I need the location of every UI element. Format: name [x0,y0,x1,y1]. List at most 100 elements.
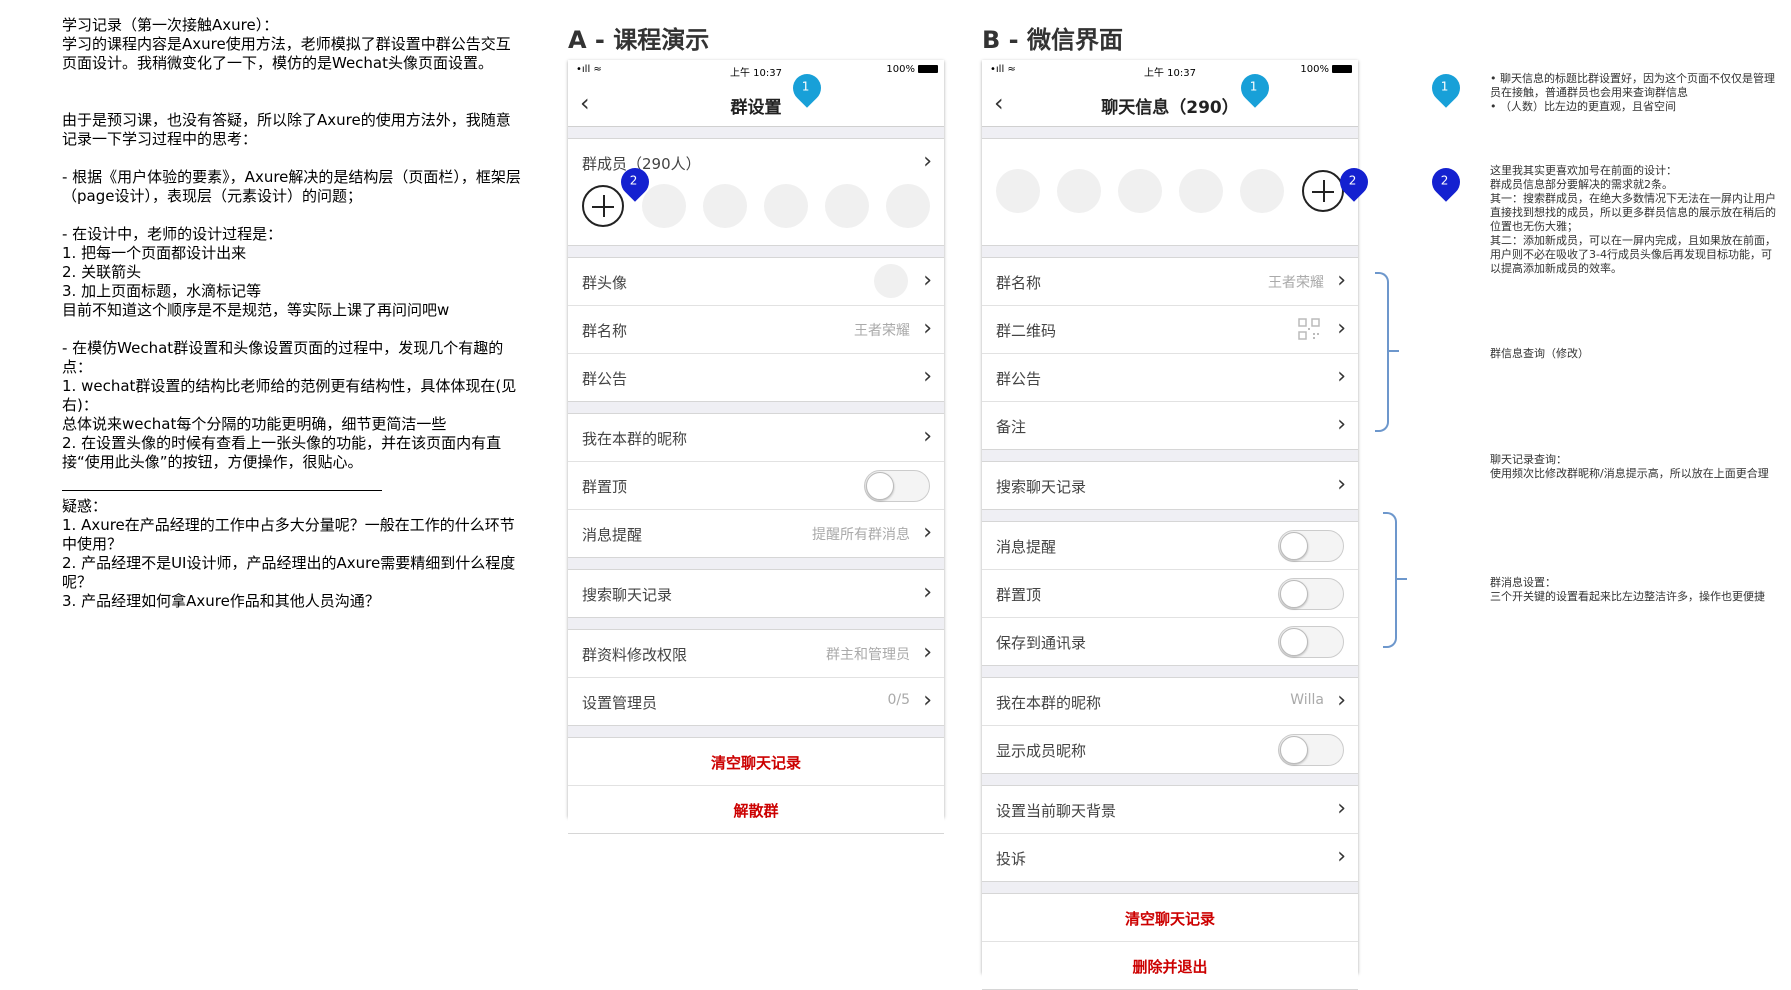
annotation-line: 群信息查询（修改） [1490,347,1589,360]
member-avatar[interactable] [764,184,808,228]
row-search-history[interactable]: 搜索聊天记录 › [568,570,944,617]
member-avatar[interactable] [1240,169,1284,213]
row-mute: 消息提醒 [982,522,1358,569]
question-line: 疑惑： [62,497,108,515]
row-report[interactable]: 投诉 › [982,833,1358,881]
chevron-right-icon: › [1337,844,1346,869]
row-label: 消息提醒 [996,538,1057,556]
row-label: 群名称 [996,274,1042,292]
member-avatar[interactable] [886,184,930,228]
row-label: 我在本群的昵称 [996,694,1102,712]
member-avatar[interactable] [642,184,686,228]
row-pin-chat: 群置顶 [568,461,944,509]
row-group-name[interactable]: 群名称 王者荣耀 › [982,258,1358,305]
search-section: 搜索聊天记录 › [982,461,1358,510]
bracket [1375,272,1389,432]
annotation-4: 聊天记录查询： 使用频次比修改群昵称/消息提示高，所以放在上面更合理 [1490,453,1782,481]
add-member-icon[interactable] [582,185,624,227]
member-avatar[interactable] [825,184,869,228]
row-edit-permission[interactable]: 群资料修改权限 群主和管理员 › [568,630,944,677]
qr-code-icon [1298,318,1320,340]
row-value: 0/5 [887,692,910,708]
chevron-right-icon: › [923,316,932,341]
row-my-nickname[interactable]: 我在本群的昵称 Willa › [982,678,1358,725]
nickname-section: 我在本群的昵称 Willa › 显示成员昵称 [982,677,1358,774]
member-avatar[interactable] [1057,169,1101,213]
annotation-line: • （人数）比左边的更直观，且省空间 [1490,100,1676,113]
row-group-name[interactable]: 群名称 王者荣耀 › [568,305,944,353]
save-contacts-toggle[interactable] [1278,626,1344,658]
row-set-admin[interactable]: 设置管理员 0/5 › [568,677,944,725]
member-avatar[interactable] [703,184,747,228]
button-label: 删除并退出 [1132,958,1208,976]
divider [62,490,382,491]
danger-section: 清空聊天记录 解散群 [568,737,944,834]
battery-indicator: 100% [886,64,938,75]
member-avatar[interactable] [996,169,1040,213]
row-label: 搜索聊天记录 [996,478,1087,496]
row-label: 群资料修改权限 [582,646,688,664]
row-label: 我在本群的昵称 [582,430,688,448]
pin-number: 1 [801,79,810,94]
bracket [1383,512,1397,648]
question-line: 1. Axure在产品经理的工作中占多大分量呢？一般在工作的什么环节中使用？ [62,516,515,553]
row-label: 群二维码 [996,322,1057,340]
row-label: 备注 [996,418,1027,436]
row-label: 投诉 [996,850,1027,868]
nav-bar: ‹ 群设置 [568,80,944,127]
delete-and-leave-button[interactable]: 删除并退出 [982,941,1358,989]
chevron-right-icon: › [923,364,932,389]
battery-icon [918,65,938,73]
note-line: - 在设计中，老师的设计过程是： [62,225,283,243]
annotation-line: 其二：添加新成员，可以在一屏内完成，且如果放在前面，用户则不必在吸收了3-4行成… [1490,234,1776,275]
chevron-right-icon: › [923,580,932,605]
row-chat-background[interactable]: 设置当前聊天背景 › [982,786,1358,833]
status-bar: •ıll ≈ 上午 10:37 100% [982,60,1358,80]
member-avatar[interactable] [1118,169,1162,213]
row-group-qrcode[interactable]: 群二维码 › [982,305,1358,353]
chevron-right-icon: › [1337,268,1346,293]
question-line: 3. 产品经理如何拿Axure作品和其他人员沟通？ [62,592,380,610]
row-group-notice[interactable]: 群公告 › [568,353,944,401]
row-remark[interactable]: 备注 › [982,401,1358,449]
toggle-knob [1280,736,1308,764]
row-label: 群置顶 [996,586,1042,604]
chevron-right-icon: › [1337,316,1346,341]
pin-chat-toggle[interactable] [1278,578,1344,610]
battery-icon [1332,65,1352,73]
pin-number: 1 [1440,79,1449,94]
clear-history-button[interactable]: 清空聊天记录 [568,738,944,785]
annotation-5: 群消息设置： 三个开关键的设置看起来比左边整洁许多，操作也更便捷 [1490,576,1782,604]
chevron-right-icon[interactable]: › [923,149,932,174]
row-value: Willa [1290,692,1324,708]
clear-history-button[interactable]: 清空聊天记录 [982,894,1358,941]
group-avatar [874,264,908,298]
row-label: 群置顶 [582,478,628,496]
note-line: 2. 关联箭头 [62,263,142,281]
row-group-notice[interactable]: 群公告 › [982,353,1358,401]
chevron-right-icon: › [923,424,932,449]
row-search-history[interactable]: 搜索聊天记录 › [982,462,1358,509]
chevron-right-icon: › [1337,796,1346,821]
dismiss-group-button[interactable]: 解散群 [568,785,944,833]
button-label: 清空聊天记录 [1124,910,1215,928]
row-my-nickname[interactable]: 我在本群的昵称 › [568,414,944,461]
row-notifications[interactable]: 消息提醒 提醒所有群消息 › [568,509,944,557]
member-avatar[interactable] [1179,169,1223,213]
pin-chat-toggle[interactable] [864,470,930,502]
annotation-line: • 聊天信息的标题比群设置好，因为这个页面不仅仅是管理员在接触，普通群员也会用来… [1490,72,1775,99]
show-nicknames-toggle[interactable] [1278,734,1344,766]
annotation-line: 其一：搜索群成员，在绝大多数情况下无法在一屏内让用户直接找到想找的成员，所以更多… [1490,192,1776,233]
page-title: 群设置 [730,98,782,118]
section-b-title: B - 微信界面 [982,26,1123,54]
row-label: 消息提醒 [582,526,643,544]
search-section: 搜索聊天记录 › [568,569,944,618]
row-value: 提醒所有群消息 [812,527,910,543]
status-bar: •ıll ≈ 上午 10:37 100% [568,60,944,80]
toggle-knob [1280,580,1308,608]
row-label: 群头像 [582,274,628,292]
row-label: 保存到通讯录 [996,634,1087,652]
row-group-avatar[interactable]: 群头像 › [568,258,944,305]
chevron-right-icon: › [1337,412,1346,437]
mute-toggle[interactable] [1278,530,1344,562]
